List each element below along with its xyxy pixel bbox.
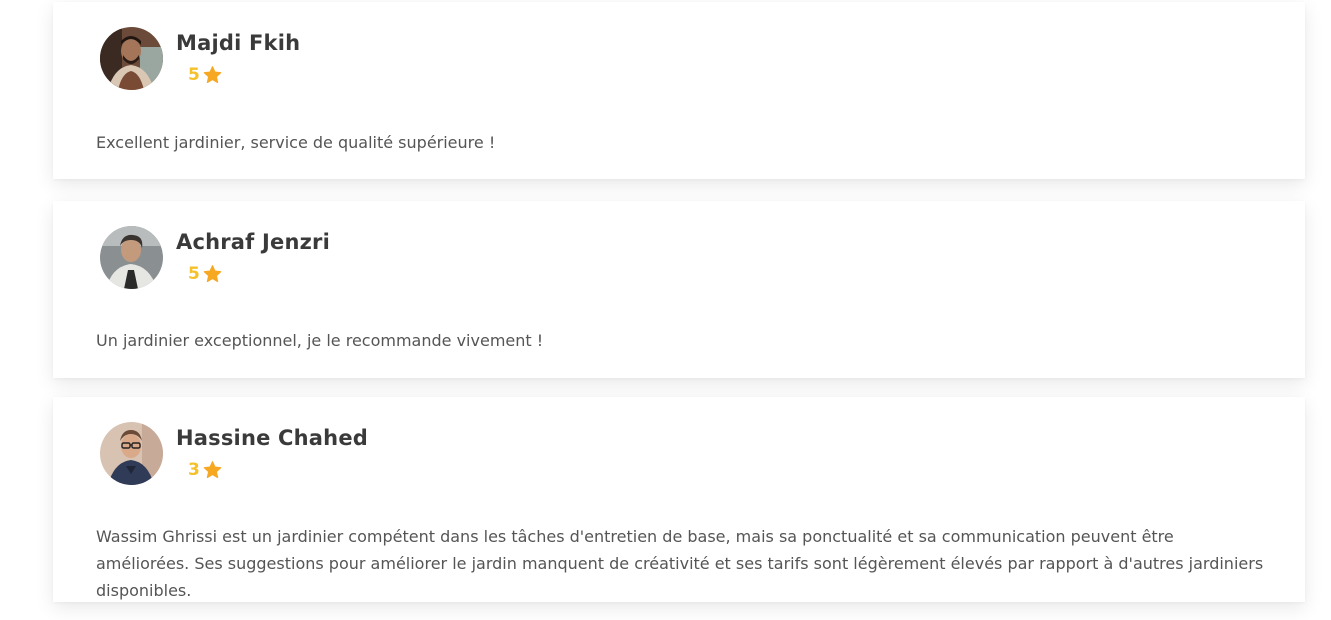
review-comment: Wassim Ghrissi est un jardinier compéten…	[96, 527, 1264, 600]
rating: 3	[188, 460, 222, 480]
review-card: Majdi Fkih 5 Excellent jardinier, servic…	[53, 2, 1305, 179]
reviewer-name: Majdi Fkih	[176, 31, 301, 55]
avatar-photo	[100, 27, 163, 90]
review-card: Achraf Jenzri 5 Un jardinier exceptionne…	[53, 201, 1305, 378]
rating-value: 3	[188, 460, 200, 480]
avatar-photo	[100, 226, 163, 289]
star-icon	[203, 265, 222, 283]
avatar	[100, 27, 163, 90]
avatar	[100, 422, 163, 485]
review-comment: Un jardinier exceptionnel, je le recomma…	[96, 331, 544, 350]
review-comment: Excellent jardinier, service de qualité …	[96, 133, 496, 152]
avatar-photo	[100, 422, 163, 485]
star-icon	[203, 66, 222, 84]
avatar	[100, 226, 163, 289]
review-card: Hassine Chahed 3 Wassim Ghrissi est un j…	[53, 397, 1305, 602]
rating-value: 5	[188, 264, 200, 284]
rating: 5	[188, 264, 222, 284]
rating: 5	[188, 65, 222, 85]
reviews-list: Majdi Fkih 5 Excellent jardinier, servic…	[0, 0, 1331, 620]
reviewer-name: Achraf Jenzri	[176, 230, 331, 254]
star-icon	[203, 461, 222, 479]
reviewer-name: Hassine Chahed	[176, 426, 369, 450]
rating-value: 5	[188, 65, 200, 85]
